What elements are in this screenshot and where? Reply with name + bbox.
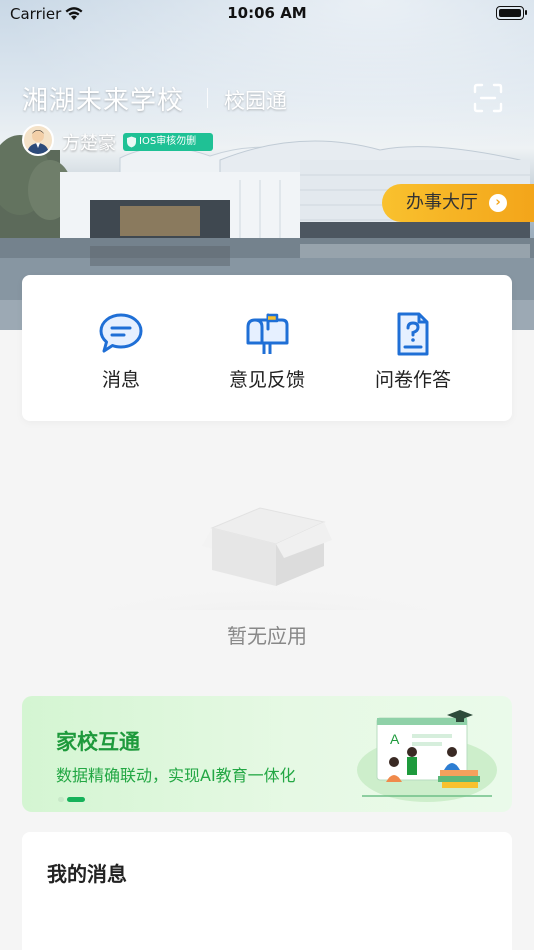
carousel-dot[interactable] [58,797,64,802]
illustration-letter: A [390,731,400,747]
my-messages-card: 我的消息 [22,832,512,950]
scan-icon[interactable] [472,82,504,114]
office-hall-button[interactable]: 办事大厅 › [382,184,534,222]
empty-state-text: 暂无应用 [227,624,307,648]
empty-box-icon [92,507,442,610]
banner-title: 家校互通 [56,730,140,754]
quick-action-feedback[interactable]: 意见反馈 [207,311,327,392]
school-name: 湘湖未来学校 [22,86,185,116]
quick-action-survey[interactable]: 问卷作答 [353,311,473,392]
question-document-icon [397,312,429,356]
shield-icon [127,136,136,148]
chevron-right-icon: › [489,194,507,212]
my-messages-title: 我的消息 [47,862,127,886]
carousel-dot-active[interactable] [67,797,85,802]
education-illustration: A [357,710,497,802]
review-badge-label: IOS审核勿删 [139,136,197,147]
status-time: 10:06 AM [227,4,307,22]
user-avatar-icon [27,130,49,154]
avatar[interactable] [22,124,54,156]
message-bubble-icon [99,313,143,353]
battery-icon [496,6,527,20]
office-hall-label: 办事大厅 [406,192,478,213]
quick-action-label: 问卷作答 [374,369,451,391]
status-bar: Carrier 10:06 AM [0,0,534,28]
review-badge: IOS审核勿删 [123,133,213,151]
quick-action-label: 意见反馈 [228,369,305,391]
app-name: 校园通 [224,89,287,113]
promo-banner[interactable]: 家校互通 数据精确联动，实现AI教育一体化 A [22,696,512,812]
quick-action-messages[interactable]: 消息 [61,311,181,392]
quick-actions-card: 消息 意见反馈 问卷作答 [22,275,512,421]
user-name: 方楚豪 [62,133,116,154]
quick-action-label: 消息 [101,369,140,391]
mailbox-icon [246,313,289,354]
title-divider [207,88,208,108]
banner-subtitle: 数据精确联动，实现AI教育一体化 [56,766,296,785]
